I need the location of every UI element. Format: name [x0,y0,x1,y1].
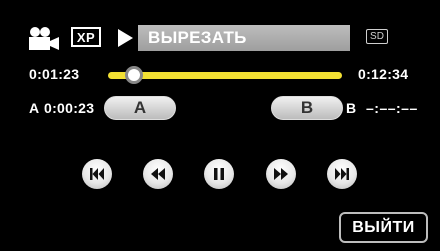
total-time: 0:12:34 [358,66,409,82]
current-time: 0:01:23 [29,66,80,82]
a-point-label: A [29,100,40,116]
pause-button[interactable] [204,159,234,189]
rewind-icon [151,168,165,180]
rewind-button[interactable] [143,159,173,189]
skip-forward-button[interactable] [327,159,357,189]
seek-slider-thumb[interactable] [124,66,143,84]
fast-forward-icon [274,168,288,180]
seek-slider-track[interactable] [108,72,342,79]
exit-button[interactable]: ВЫЙТИ [339,212,428,243]
fast-forward-button[interactable] [266,159,296,189]
play-icon [118,29,133,47]
a-point-time: 0:00:23 [44,100,95,116]
b-point-time: –:––:–– [366,100,418,116]
skip-back-button[interactable] [82,159,112,189]
b-point-label: B [346,100,357,116]
pause-icon [214,168,224,180]
video-camera-icon [29,27,59,50]
set-b-button[interactable]: B [271,96,343,120]
skip-to-start-icon [90,168,104,180]
quality-badge: XP [71,27,101,47]
mode-title: ВЫРЕЗАТЬ [138,25,350,51]
sd-card-badge: SD [366,29,388,44]
set-a-button[interactable]: A [104,96,176,120]
skip-to-end-icon [335,168,349,180]
